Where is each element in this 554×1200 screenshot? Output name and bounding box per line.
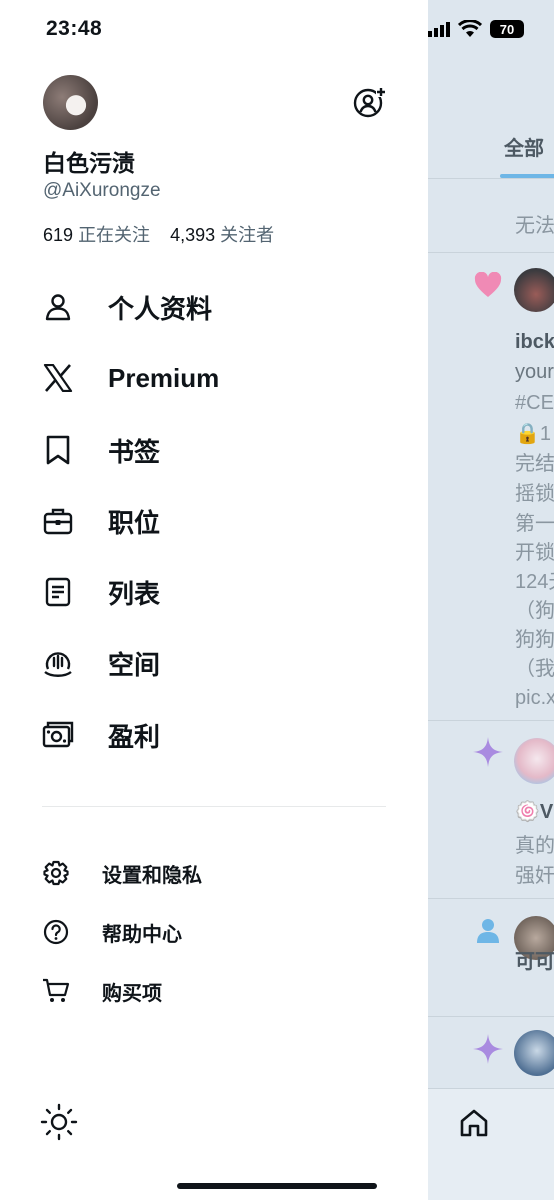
person-icon: [40, 289, 76, 325]
menu-item-jobs[interactable]: 职位: [40, 499, 160, 543]
feed-line: 124夭: [515, 571, 554, 593]
display-name: 白色污渍: [43, 150, 135, 176]
help-icon: [40, 916, 72, 948]
add-user-icon[interactable]: [352, 86, 386, 118]
menu-item-settings[interactable]: 设置和隐私: [40, 855, 202, 891]
feed-line: 开锁: [515, 542, 554, 564]
feed-divider: [428, 252, 554, 253]
feed-line: 🔒1: [515, 423, 552, 445]
feed-line: pic.x: [515, 687, 554, 709]
menu-item-premium[interactable]: Premium: [40, 356, 219, 400]
menu-item-label: 个人资料: [108, 293, 213, 324]
following-count: 619: [43, 225, 74, 245]
bookmark-icon: [40, 432, 76, 468]
battery-level: 70: [499, 21, 515, 37]
signal-icon: [428, 22, 450, 37]
background-feed[interactable]: 70 全部 无法 ibck your #CE 🔒1 完结 摇锁 第一 开锁 12…: [428, 0, 554, 1200]
menu-item-label: 列表: [108, 578, 161, 609]
feed-divider: [428, 1016, 554, 1017]
feed-line: 狗狗: [515, 629, 554, 651]
feed-line: 强奸: [515, 865, 554, 887]
status-time: 23:48: [46, 17, 103, 40]
username-handle: @AiXurongze: [43, 180, 161, 201]
avatar[interactable]: [514, 268, 554, 312]
menu-item-label: 设置和隐私: [102, 864, 202, 887]
home-icon[interactable]: [459, 1108, 489, 1138]
feed-line: your: [515, 361, 554, 383]
bottom-tab-bar: [428, 1088, 554, 1200]
battery-icon: 70: [490, 20, 524, 38]
feed-line: 第一: [515, 513, 554, 535]
feed-line: （我: [515, 658, 554, 680]
menu-item-label: 职位: [108, 507, 161, 538]
menu-item-monetization[interactable]: 盈利: [40, 713, 160, 757]
followers-link[interactable]: 4,393 关注者: [170, 225, 274, 245]
wifi-icon: [458, 20, 482, 37]
following-label: 正在关注: [78, 225, 151, 245]
menu-item-label: 盈利: [108, 721, 161, 752]
feed-line: 完结: [515, 453, 554, 475]
sun-icon[interactable]: [40, 1103, 78, 1141]
feed-line: 摇锁: [515, 483, 554, 505]
menu-item-profile[interactable]: 个人资料: [40, 285, 212, 329]
feed-line: 🍥V: [515, 801, 554, 823]
feed-line: ibck: [515, 331, 554, 353]
profile-avatar[interactable]: [43, 75, 98, 130]
feed-line: 可可: [515, 951, 554, 973]
spaces-icon: [40, 645, 76, 681]
menu-item-spaces[interactable]: 空间: [40, 641, 160, 685]
monetization-icon: [40, 717, 76, 753]
avatar[interactable]: [514, 738, 554, 784]
feed-divider: [428, 178, 554, 179]
feed-notice: 无法: [515, 215, 554, 237]
menu-item-label: 购买项: [102, 982, 162, 1005]
gear-icon: [40, 857, 72, 889]
person-icon: [477, 919, 499, 943]
sparkle-icon: [473, 737, 503, 767]
heart-icon: [474, 272, 502, 297]
followers-count: 4,393: [170, 225, 216, 245]
following-link[interactable]: 619 正在关注: [43, 225, 150, 245]
feed-line: 真的: [515, 835, 554, 857]
feed-divider: [428, 720, 554, 721]
feed-line: #CE: [515, 392, 554, 414]
menu-item-lists[interactable]: 列表: [40, 570, 160, 614]
feed-line: （狗: [515, 600, 554, 622]
tab-all[interactable]: 全部: [504, 132, 544, 161]
menu-item-bookmarks[interactable]: 书签: [40, 428, 160, 472]
feed-divider: [428, 898, 554, 899]
menu-item-help-center[interactable]: 帮助中心: [40, 914, 182, 950]
follow-stats: 619 正在关注 4,393 关注者: [43, 221, 274, 247]
menu-item-label: 帮助中心: [102, 923, 182, 946]
menu-item-label: Premium: [108, 362, 220, 393]
avatar[interactable]: [514, 1030, 554, 1076]
home-indicator: [177, 1183, 377, 1189]
followers-label: 关注者: [220, 225, 275, 245]
list-icon: [40, 574, 76, 610]
menu-item-label: 空间: [108, 649, 161, 680]
sparkle-icon: [473, 1034, 503, 1064]
menu-item-label: 书签: [108, 436, 161, 467]
menu-item-purchases[interactable]: 购买项: [40, 973, 162, 1009]
cart-icon: [40, 975, 72, 1007]
menu-divider: [42, 806, 386, 807]
briefcase-icon: [40, 503, 76, 539]
x-logo-icon: [40, 360, 76, 396]
